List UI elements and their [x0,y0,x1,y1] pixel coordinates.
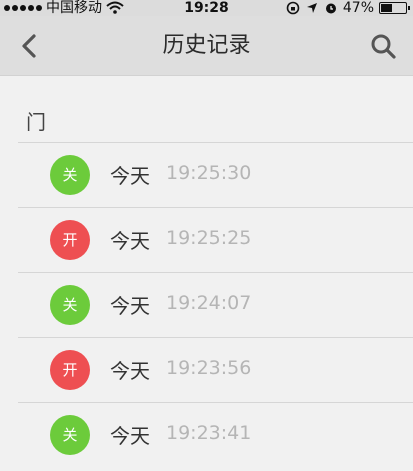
section-header-door: 门 [26,110,46,134]
record-time: 19:25:25 [166,227,252,249]
record-time: 19:24:07 [166,292,252,314]
battery-level-fill [381,4,392,12]
battery-percent: 47% [342,0,374,16]
history-record[interactable]: 关 今天 19:24:07 [0,272,413,337]
location-icon [306,3,317,13]
search-icon[interactable] [369,32,397,60]
rotation-lock-icon [286,1,300,15]
record-time: 19:23:56 [166,357,252,379]
status-right: 47% [286,0,410,16]
navigation-bar: 历史记录 [0,16,413,76]
record-day: 今天 [110,164,150,188]
alarm-icon [325,3,336,14]
record-day: 今天 [110,229,150,253]
history-record[interactable]: 开 今天 19:25:25 [0,207,413,272]
door-state-badge: 关 [50,285,90,325]
door-state-badge: 关 [50,415,90,455]
record-time: 19:23:41 [166,422,252,444]
history-list: 关 今天 19:25:30 开 今天 19:25:25 关 今天 19:24:0… [0,142,413,467]
door-state-badge: 关 [50,155,90,195]
app-screen: 中国移动 19:28 47% 历史记录 门 关 今天 19:25:30 开 今天… [0,0,413,471]
door-state-badge: 开 [50,350,90,390]
battery-icon [379,2,410,14]
page-title: 历史记录 [162,33,251,58]
record-day: 今天 [110,359,150,383]
history-record[interactable]: 关 今天 19:25:30 [0,142,413,207]
record-time: 19:25:30 [166,162,252,184]
door-state-badge: 开 [50,220,90,260]
history-record[interactable]: 开 今天 19:23:56 [0,337,413,402]
record-day: 今天 [110,424,150,448]
status-bar: 中国移动 19:28 47% [0,0,413,16]
history-record[interactable]: 关 今天 19:23:41 [0,402,413,467]
record-day: 今天 [110,294,150,318]
